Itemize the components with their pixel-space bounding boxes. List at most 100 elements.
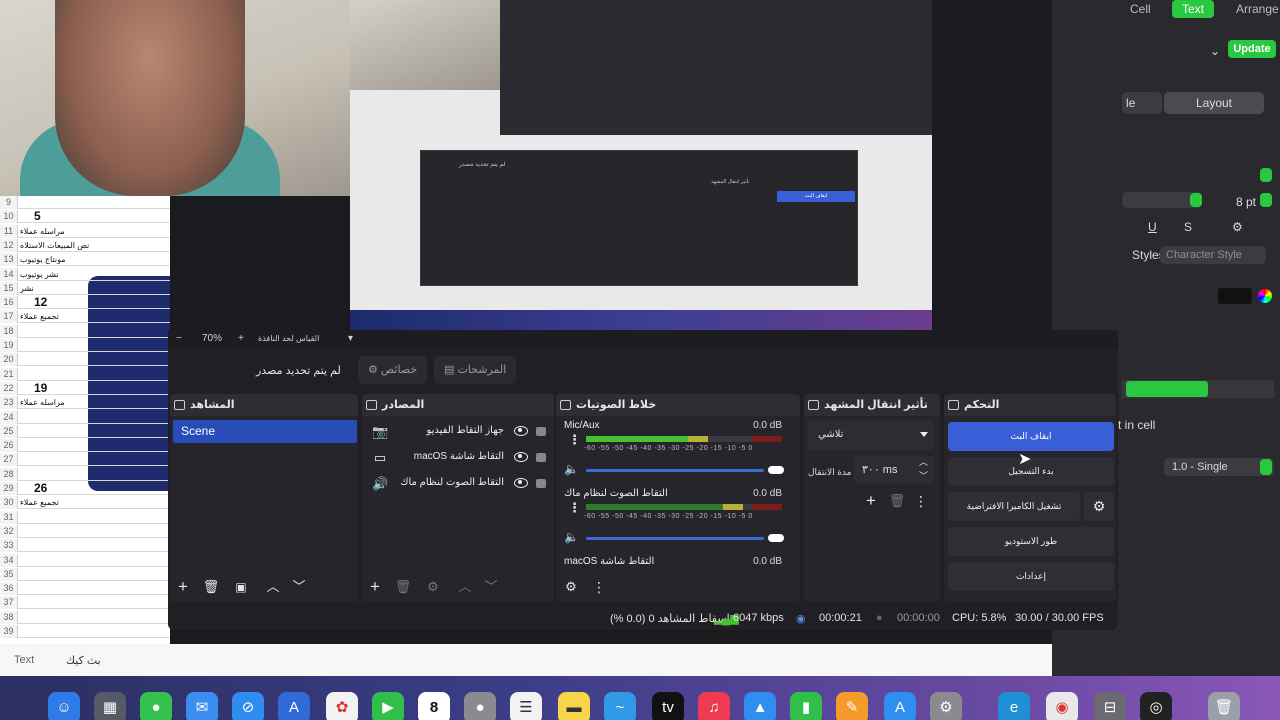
stop-streaming-button[interactable]: ايقاف البث	[948, 422, 1114, 451]
gear-icon[interactable]: ⚙	[424, 578, 442, 596]
add-source-button[interactable]: +	[366, 578, 384, 596]
volume-slider-handle[interactable]	[768, 466, 784, 474]
sources-title: المصادر	[382, 399, 425, 411]
chevron-down-icon[interactable]: ⌄	[1210, 44, 1220, 58]
font-stepper[interactable]	[1190, 193, 1202, 207]
calendar-icon[interactable]: 8	[418, 692, 450, 720]
chevron-down-icon[interactable]: ▾	[348, 333, 353, 344]
keynote-icon[interactable]: ▲	[744, 692, 776, 720]
character-style-select[interactable]: Character Style	[1160, 246, 1266, 264]
reminders-icon[interactable]: ☰	[510, 692, 542, 720]
app-store-icon[interactable]: A	[884, 692, 916, 720]
tv-icon[interactable]: tv	[652, 692, 684, 720]
eye-icon[interactable]	[514, 478, 528, 488]
kebab-menu-icon[interactable]: ⋮	[568, 501, 581, 514]
trash-icon[interactable]: 🗑	[888, 492, 906, 510]
strike-button[interactable]: S	[1184, 220, 1192, 234]
zoom-fit-option[interactable]: القياس لحد النافذة	[258, 334, 319, 343]
notes-icon[interactable]: ▬	[558, 692, 590, 720]
lock-icon[interactable]	[536, 479, 546, 488]
finder-icon[interactable]: ☺	[48, 692, 80, 720]
launchpad-icon[interactable]: ▦	[94, 692, 126, 720]
font-size-stepper[interactable]	[1260, 193, 1272, 207]
add-transition-button[interactable]: +	[862, 492, 880, 510]
add-scene-button[interactable]: +	[174, 578, 192, 596]
move-up-button[interactable]: ︿	[456, 578, 474, 596]
disk-icon[interactable]: ⊟	[1094, 692, 1126, 720]
gear-icon[interactable]: ⚙	[562, 578, 580, 596]
align-middle-selected[interactable]	[1126, 381, 1208, 397]
line-spacing-stepper[interactable]	[1260, 459, 1272, 475]
sheet-row: 30 تجميع عملاء	[0, 496, 170, 510]
kebab-menu-icon[interactable]: ⋮	[568, 433, 581, 446]
move-down-button[interactable]: ﹀	[290, 578, 308, 596]
edge-icon[interactable]: e	[998, 692, 1030, 720]
row-number: 28	[0, 467, 18, 481]
tab-style[interactable]: le	[1122, 92, 1162, 114]
gear-icon[interactable]: ⚙	[1232, 220, 1243, 234]
kebab-menu-icon[interactable]: ⋮	[912, 492, 930, 510]
volume-slider[interactable]	[586, 469, 764, 472]
source-item[interactable]: 📷 جهاز التقاط الفيديو	[366, 419, 552, 445]
trash-icon[interactable]: 🗑	[202, 578, 220, 596]
tab-layout[interactable]: Layout	[1164, 92, 1264, 114]
zoom-out-button[interactable]: −	[176, 333, 182, 344]
compass-icon[interactable]: A	[278, 692, 310, 720]
update-button[interactable]: Update	[1228, 40, 1276, 58]
row-number: 14	[0, 267, 18, 281]
record-time: 00:00:00	[897, 612, 940, 624]
pages-icon[interactable]: ✎	[836, 692, 868, 720]
chrome-icon[interactable]: ◉	[1046, 692, 1078, 720]
studio-mode-button[interactable]: طور الاستوديو	[948, 527, 1114, 556]
dock-icon	[948, 400, 959, 410]
zoom-in-button[interactable]: +	[238, 333, 244, 344]
contacts-icon[interactable]: ●	[464, 692, 496, 720]
kebab-menu-icon[interactable]: ⋮	[590, 578, 608, 596]
freeform-icon[interactable]: ~	[604, 692, 636, 720]
trash-icon[interactable]: 🗑	[394, 578, 412, 596]
line-spacing-select[interactable]: 1.0 - Single	[1164, 458, 1274, 476]
photos-icon[interactable]: ✿	[326, 692, 358, 720]
move-down-button[interactable]: ﹀	[482, 578, 500, 596]
trash-icon[interactable]: 🗑	[1208, 692, 1240, 720]
duration-field[interactable]: ٣٠٠ ms ︿ ﹀	[854, 456, 934, 484]
underline-button[interactable]: U	[1148, 220, 1157, 234]
numbers-icon[interactable]: ▮	[790, 692, 822, 720]
tab-cell[interactable]: Cell	[1130, 0, 1151, 18]
source-item[interactable]: 🔊 التقاط الصوت لنظام ماك	[366, 471, 552, 497]
source-item[interactable]: ▭ macOS التقاط شاشة	[366, 445, 552, 471]
cell-text: نشر يوتيوب	[20, 269, 59, 279]
gear-icon[interactable]: ⚙	[1084, 492, 1114, 521]
tab-text[interactable]: Text	[1172, 0, 1215, 18]
font-size-field[interactable]: 8 pt	[1236, 195, 1256, 209]
cell-text: تجميع عملاء	[20, 498, 59, 508]
stepper[interactable]	[1260, 168, 1272, 182]
tab-arrange[interactable]: Arrange	[1236, 0, 1279, 18]
transition-type-select[interactable]: تلاشي	[808, 420, 934, 450]
speaker-icon[interactable]: 🔈	[564, 462, 579, 476]
safari-icon[interactable]: ⊘	[232, 692, 264, 720]
filter-icon[interactable]: ▣	[232, 578, 250, 596]
color-wheel-icon[interactable]	[1258, 289, 1272, 303]
scene-item[interactable]: Scene	[173, 420, 357, 443]
speaker-icon[interactable]: 🔈	[564, 530, 579, 544]
properties-button[interactable]: ⚙ خصائص	[358, 356, 428, 384]
move-up-button[interactable]: ︿	[264, 578, 282, 596]
chevron-down-icon[interactable]: ﹀	[919, 462, 928, 490]
lock-icon[interactable]	[536, 427, 546, 436]
system-settings-icon[interactable]: ⚙	[930, 692, 962, 720]
volume-slider[interactable]	[586, 537, 764, 540]
eye-icon[interactable]	[514, 452, 528, 462]
volume-slider-handle[interactable]	[768, 534, 784, 542]
facetime-icon[interactable]: ▶	[372, 692, 404, 720]
filters-button[interactable]: ▤ المرشحات	[434, 356, 517, 384]
music-icon[interactable]: ♫	[698, 692, 730, 720]
messages-icon[interactable]: ●	[140, 692, 172, 720]
mail-icon[interactable]: ✉	[186, 692, 218, 720]
obs-icon[interactable]: ◎	[1140, 692, 1172, 720]
lock-icon[interactable]	[536, 453, 546, 462]
settings-button[interactable]: إعدادات	[948, 562, 1114, 591]
start-virtual-camera-button[interactable]: تشغيل الكاميرا الافتراضية	[948, 492, 1080, 521]
eye-icon[interactable]	[514, 426, 528, 436]
color-swatch[interactable]	[1218, 288, 1252, 304]
